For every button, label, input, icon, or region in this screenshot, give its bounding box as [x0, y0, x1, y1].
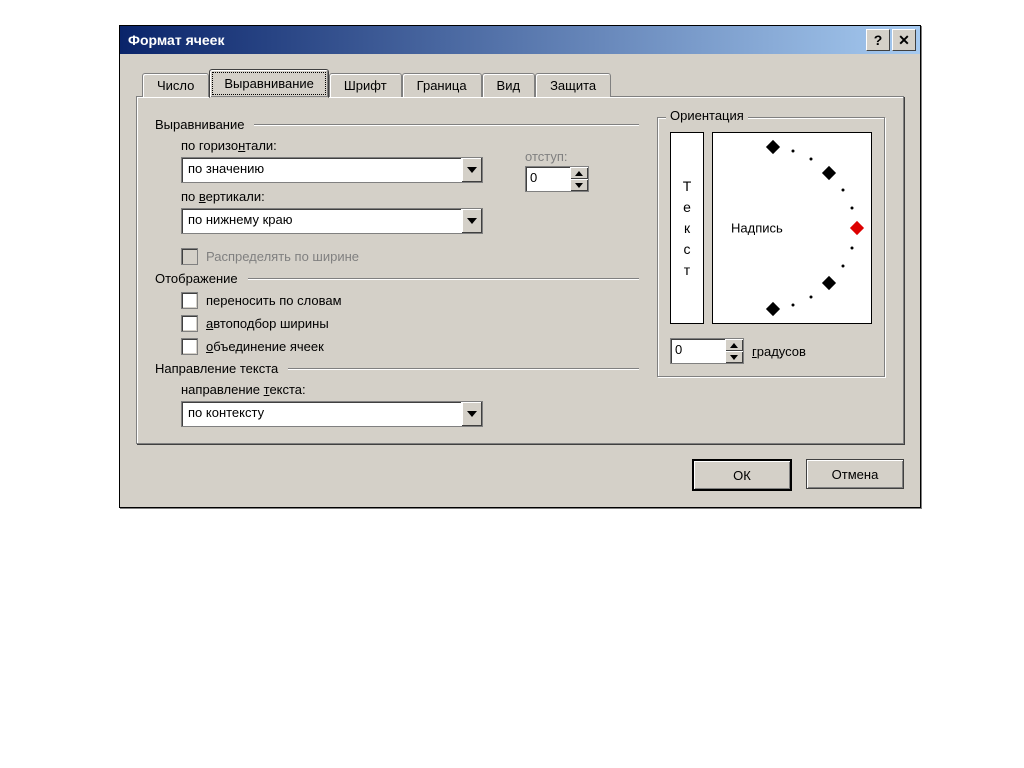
titlebar[interactable]: Формат ячеек ? ✕ [120, 26, 920, 54]
combo-vertical[interactable]: по нижнему краю [181, 208, 483, 234]
group-orientation: Ориентация [666, 108, 748, 123]
spinner-degrees[interactable]: 0 [670, 338, 744, 364]
tab-view[interactable]: Вид [482, 73, 536, 97]
label-indent: отступ: [525, 149, 589, 164]
tab-alignment[interactable]: Выравнивание [209, 69, 328, 98]
label-wrap: переносить по словам [206, 293, 342, 308]
dial-marker-45[interactable] [822, 166, 836, 180]
dial-marker--90[interactable] [766, 302, 780, 316]
checkbox-wrap[interactable] [181, 292, 198, 309]
dial-dot[interactable] [851, 247, 854, 250]
spinner-degrees-value: 0 [671, 339, 725, 363]
combo-horizontal[interactable]: по значению [181, 157, 483, 183]
format-cells-dialog: Формат ячеек ? ✕ Число Выравнивание Шриф… [119, 25, 921, 508]
tab-font[interactable]: Шрифт [329, 73, 402, 97]
dial-dot[interactable] [810, 296, 813, 299]
label-textdir: направление текста: [181, 382, 639, 397]
chevron-down-icon[interactable] [461, 209, 482, 233]
tab-number[interactable]: Число [142, 73, 209, 97]
dial-dot[interactable] [792, 150, 795, 153]
dialog-title: Формат ячеек [128, 32, 864, 48]
group-textdir: Направление текста [155, 361, 284, 376]
checkbox-distribute [181, 248, 198, 265]
spinner-up-icon[interactable] [725, 339, 743, 351]
group-alignment: Выравнивание [155, 117, 250, 132]
spinner-indent-value: 0 [526, 167, 570, 191]
dial-dot[interactable] [792, 304, 795, 307]
checkbox-shrink[interactable] [181, 315, 198, 332]
tabstrip: Число Выравнивание Шрифт Граница Вид Защ… [136, 68, 904, 97]
combo-horizontal-value: по значению [182, 158, 461, 182]
orientation-frame: Ориентация Т е к с т Надпись [657, 117, 885, 377]
spinner-down-icon[interactable] [725, 351, 743, 363]
tab-panel: Выравнивание по горизонтали: по значению… [136, 96, 904, 444]
spinner-down-icon[interactable] [570, 179, 588, 191]
combo-vertical-value: по нижнему краю [182, 209, 461, 233]
help-button[interactable]: ? [866, 29, 890, 51]
group-display: Отображение [155, 271, 244, 286]
vertical-text-button[interactable]: Т е к с т [670, 132, 704, 324]
cancel-button[interactable]: Отмена [806, 459, 904, 489]
spinner-up-icon[interactable] [570, 167, 588, 179]
close-button[interactable]: ✕ [892, 29, 916, 51]
ok-button[interactable]: ОК [692, 459, 792, 491]
dial-dot[interactable] [842, 265, 845, 268]
checkbox-merge[interactable] [181, 338, 198, 355]
combo-textdir[interactable]: по контексту [181, 401, 483, 427]
tab-border[interactable]: Граница [402, 73, 482, 97]
tab-protection[interactable]: Защита [535, 73, 611, 97]
dial-marker-90[interactable] [766, 140, 780, 154]
spinner-indent[interactable]: 0 [525, 166, 589, 192]
chevron-down-icon[interactable] [461, 402, 482, 426]
dial-marker-0[interactable] [850, 221, 864, 235]
dial-label: Надпись [731, 221, 783, 236]
combo-textdir-value: по контексту [182, 402, 461, 426]
dial-marker--45[interactable] [822, 276, 836, 290]
dial-dot[interactable] [851, 207, 854, 210]
label-shrink: автоподбор ширины [206, 316, 329, 331]
chevron-down-icon[interactable] [461, 158, 482, 182]
dial-dot[interactable] [842, 189, 845, 192]
label-degrees: градусов [752, 344, 806, 359]
dial-dot[interactable] [810, 158, 813, 161]
label-merge: объединение ячеек [206, 339, 324, 354]
orientation-dial[interactable]: Надпись [712, 132, 872, 324]
label-distribute: Распределять по ширине [206, 249, 359, 264]
